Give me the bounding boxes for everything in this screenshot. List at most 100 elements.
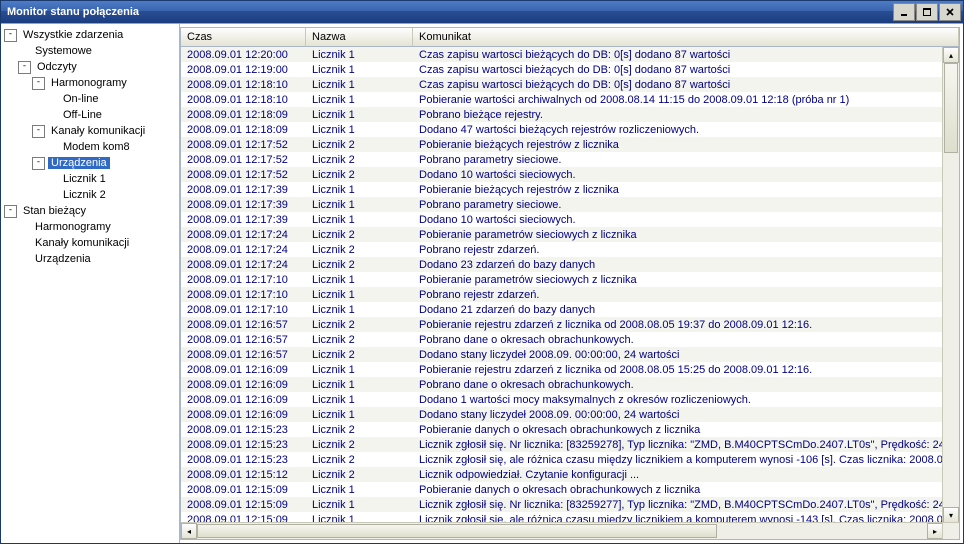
- column-header-message[interactable]: Komunikat: [413, 28, 959, 46]
- tree-node[interactable]: -Wszystkie zdarzeniaSystemowe-Odczyty-Ha…: [4, 27, 179, 203]
- table-row[interactable]: 2008.09.01 12:15:23Licznik 2Pobieranie d…: [181, 422, 943, 437]
- column-header-time[interactable]: Czas: [181, 28, 306, 46]
- table-row[interactable]: 2008.09.01 12:15:12Licznik 2Licznik odpo…: [181, 467, 943, 482]
- cell-time: 2008.09.01 12:16:09: [181, 394, 306, 406]
- table-row[interactable]: 2008.09.01 12:19:00Licznik 1Czas zapisu …: [181, 62, 943, 77]
- table-row[interactable]: 2008.09.01 12:17:52Licznik 2Pobrano para…: [181, 152, 943, 167]
- table-row[interactable]: 2008.09.01 12:16:09Licznik 1Pobieranie r…: [181, 362, 943, 377]
- tree-node-label[interactable]: Odczyty: [34, 61, 80, 73]
- tree-node[interactable]: Urządzenia: [18, 251, 179, 267]
- tree-panel[interactable]: -Wszystkie zdarzeniaSystemowe-Odczyty-Ha…: [1, 24, 180, 543]
- table-row[interactable]: 2008.09.01 12:17:10Licznik 1Pobrano reje…: [181, 287, 943, 302]
- tree-node-label[interactable]: Off-Line: [60, 109, 105, 121]
- tree-node[interactable]: Licznik 1: [46, 171, 179, 187]
- cell-message: Dodano stany liczydeł 2008.09. 00:00:00,…: [413, 409, 943, 421]
- collapse-icon[interactable]: -: [4, 205, 17, 218]
- table-row[interactable]: 2008.09.01 12:16:09Licznik 1Dodano stany…: [181, 407, 943, 422]
- tree-node-label[interactable]: Harmonogramy: [32, 221, 114, 233]
- cell-time: 2008.09.01 12:20:00: [181, 49, 306, 61]
- tree-node[interactable]: Harmonogramy: [18, 219, 179, 235]
- tree-node-label[interactable]: Modem kom8: [60, 141, 133, 153]
- table-row[interactable]: 2008.09.01 12:17:52Licznik 2Pobieranie b…: [181, 137, 943, 152]
- table-row[interactable]: 2008.09.01 12:16:57Licznik 2Dodano stany…: [181, 347, 943, 362]
- tree-node-label[interactable]: Kanały komunikacji: [32, 237, 132, 249]
- table-row[interactable]: 2008.09.01 12:15:23Licznik 2Licznik zgło…: [181, 437, 943, 452]
- table-row[interactable]: 2008.09.01 12:20:00Licznik 1Czas zapisu …: [181, 47, 943, 62]
- titlebar[interactable]: Monitor stanu połączenia: [1, 1, 963, 23]
- table-row[interactable]: 2008.09.01 12:17:39Licznik 1Pobrano para…: [181, 197, 943, 212]
- tree-node[interactable]: -Urządzenia Licznik 1 Licznik 2: [32, 155, 179, 203]
- table-row[interactable]: 2008.09.01 12:17:24Licznik 2Dodano 23 zd…: [181, 257, 943, 272]
- tree-node[interactable]: -Kanały komunikacji Modem kom8: [32, 123, 179, 155]
- vscroll-track[interactable]: [943, 63, 959, 507]
- table-row[interactable]: 2008.09.01 12:18:10Licznik 1Pobieranie w…: [181, 92, 943, 107]
- table-row[interactable]: 2008.09.01 12:17:24Licznik 2Pobieranie p…: [181, 227, 943, 242]
- table-row[interactable]: 2008.09.01 12:17:52Licznik 2Dodano 10 wa…: [181, 167, 943, 182]
- scroll-up-button[interactable]: ▴: [943, 47, 959, 63]
- tree-node[interactable]: On-line: [46, 91, 179, 107]
- cell-message: Dodano stany liczydeł 2008.09. 00:00:00,…: [413, 349, 943, 361]
- table-row[interactable]: 2008.09.01 12:17:39Licznik 1Pobieranie b…: [181, 182, 943, 197]
- scroll-left-button[interactable]: ◂: [181, 523, 197, 539]
- cell-name: Licznik 1: [306, 364, 413, 376]
- column-header-name[interactable]: Nazwa: [306, 28, 413, 46]
- table-row[interactable]: 2008.09.01 12:15:09Licznik 1Pobieranie d…: [181, 482, 943, 497]
- minimize-button[interactable]: [893, 3, 915, 21]
- cell-message: Pobieranie parametrów sieciowych z liczn…: [413, 274, 943, 286]
- table-row[interactable]: 2008.09.01 12:18:10Licznik 1Czas zapisu …: [181, 77, 943, 92]
- collapse-icon[interactable]: -: [32, 77, 45, 90]
- tree-node[interactable]: -Stan bieżący Harmonogramy Kanały komunika…: [4, 203, 179, 267]
- cell-name: Licznik 1: [306, 109, 413, 121]
- collapse-icon[interactable]: -: [32, 125, 45, 138]
- horizontal-scrollbar[interactable]: ◂ ▸: [181, 522, 943, 539]
- table-row[interactable]: 2008.09.01 12:16:09Licznik 1Pobrano dane…: [181, 377, 943, 392]
- tree-node-label[interactable]: Kanały komunikacji: [48, 125, 148, 137]
- tree-node[interactable]: Systemowe: [18, 43, 179, 59]
- tree-node[interactable]: Off-Line: [46, 107, 179, 123]
- tree-node[interactable]: -Odczyty-HarmonogramyOn-lineOff-Line-Kan…: [18, 59, 179, 203]
- vertical-scrollbar[interactable]: ▴ ▾: [942, 47, 959, 523]
- table-row[interactable]: 2008.09.01 12:16:09Licznik 1Dodano 1 war…: [181, 392, 943, 407]
- tree-node-label[interactable]: On-line: [60, 93, 101, 105]
- collapse-icon[interactable]: -: [18, 61, 31, 74]
- tree-node-label[interactable]: Harmonogramy: [48, 77, 130, 89]
- grid-body-wrap: 2008.09.01 12:20:00Licznik 1Czas zapisu …: [181, 47, 959, 539]
- cell-message: Dodano 21 zdarzeń do bazy danych: [413, 304, 943, 316]
- tree-node[interactable]: Licznik 2: [46, 187, 179, 203]
- vscroll-thumb[interactable]: [944, 63, 958, 153]
- table-row[interactable]: 2008.09.01 12:18:09Licznik 1Pobrano bież…: [181, 107, 943, 122]
- table-row[interactable]: 2008.09.01 12:16:57Licznik 2Pobrano dane…: [181, 332, 943, 347]
- tree-node-label[interactable]: Urządzenia: [48, 157, 110, 169]
- cell-name: Licznik 1: [306, 499, 413, 511]
- tree-node[interactable]: Kanały komunikacji: [18, 235, 179, 251]
- table-row[interactable]: 2008.09.01 12:16:57Licznik 2Pobieranie r…: [181, 317, 943, 332]
- tree-node-label[interactable]: Stan bieżący: [20, 205, 89, 217]
- cell-message: Licznik zgłosił się. Nr licznika: [83259…: [413, 439, 943, 451]
- grid-body[interactable]: 2008.09.01 12:20:00Licznik 1Czas zapisu …: [181, 47, 943, 523]
- tree-node[interactable]: Modem kom8: [46, 139, 179, 155]
- table-row[interactable]: 2008.09.01 12:17:10Licznik 1Pobieranie p…: [181, 272, 943, 287]
- table-row[interactable]: 2008.09.01 12:17:39Licznik 1Dodano 10 wa…: [181, 212, 943, 227]
- cell-name: Licznik 1: [306, 484, 413, 496]
- tree-node-label[interactable]: Urządzenia: [32, 253, 94, 265]
- table-row[interactable]: 2008.09.01 12:17:24Licznik 2Pobrano reje…: [181, 242, 943, 257]
- cell-time: 2008.09.01 12:17:52: [181, 169, 306, 181]
- table-row[interactable]: 2008.09.01 12:15:23Licznik 2Licznik zgło…: [181, 452, 943, 467]
- maximize-button[interactable]: [916, 3, 938, 21]
- tree-node-label[interactable]: Licznik 1: [60, 173, 109, 185]
- cell-name: Licznik 1: [306, 214, 413, 226]
- collapse-icon[interactable]: -: [32, 157, 45, 170]
- hscroll-thumb[interactable]: [197, 524, 717, 538]
- scroll-down-button[interactable]: ▾: [943, 507, 959, 523]
- scroll-right-button[interactable]: ▸: [927, 523, 943, 539]
- hscroll-track[interactable]: [197, 523, 927, 539]
- collapse-icon[interactable]: -: [4, 29, 17, 42]
- table-row[interactable]: 2008.09.01 12:18:09Licznik 1Dodano 47 wa…: [181, 122, 943, 137]
- tree-node-label[interactable]: Wszystkie zdarzenia: [20, 29, 126, 41]
- close-button[interactable]: [939, 3, 961, 21]
- tree-node[interactable]: -Harmonogramy On-line Off-Line: [32, 75, 179, 123]
- tree-node-label[interactable]: Systemowe: [32, 45, 95, 57]
- table-row[interactable]: 2008.09.01 12:17:10Licznik 1Dodano 21 zd…: [181, 302, 943, 317]
- table-row[interactable]: 2008.09.01 12:15:09Licznik 1Licznik zgło…: [181, 497, 943, 512]
- tree-node-label[interactable]: Licznik 2: [60, 189, 109, 201]
